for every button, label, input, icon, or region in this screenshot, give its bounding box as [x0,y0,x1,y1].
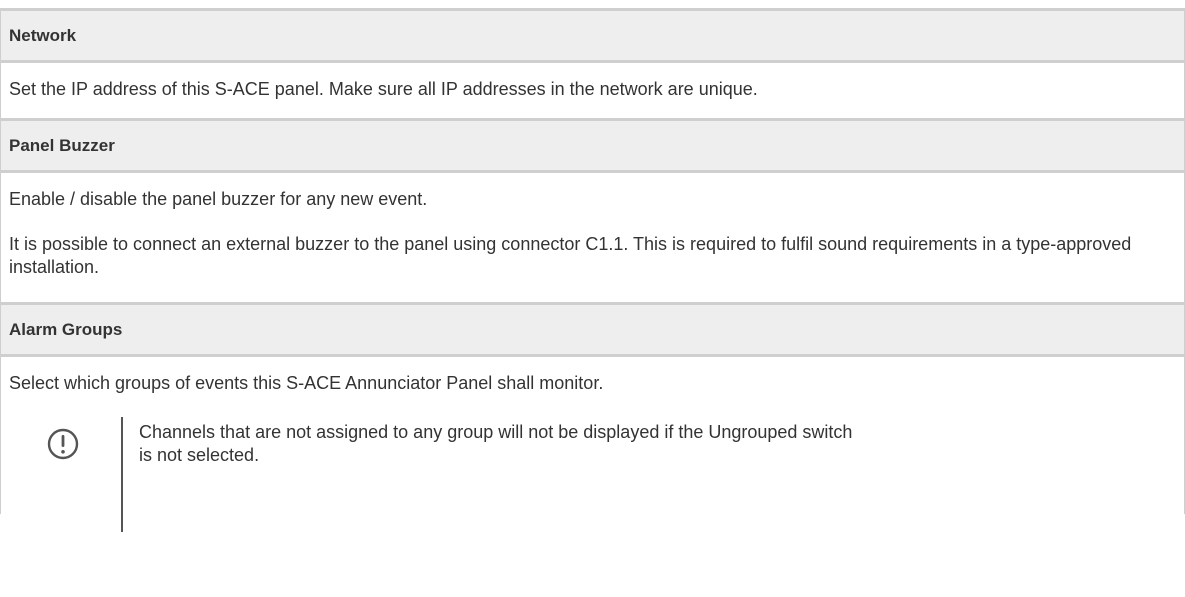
alarm-groups-description: Select which groups of events this S-ACE… [1,354,1184,532]
important-note: Channels that are not assigned to any gr… [9,417,1176,532]
important-note-text: Channels that are not assigned to any gr… [139,422,853,465]
alarm-groups-heading-text: Alarm Groups [9,319,123,339]
network-description: Set the IP address of this S-ACE panel. … [1,60,1184,118]
panel-buzzer-description-text-2: It is possible to connect an external bu… [9,234,1132,277]
alarm-groups-description-text: Select which groups of events this S-ACE… [9,373,604,393]
network-description-text: Set the IP address of this S-ACE panel. … [9,79,758,99]
panel-buzzer-heading-text: Panel Buzzer [9,135,115,155]
alarm-groups-heading: Alarm Groups [1,302,1184,354]
network-heading: Network [1,8,1184,60]
panel-buzzer-description-text-1: Enable / disable the panel buzzer for an… [9,189,428,209]
panel-buzzer-description: Enable / disable the panel buzzer for an… [1,170,1184,302]
note-divider [121,417,123,532]
important-icon [47,428,79,460]
network-heading-text: Network [9,25,77,45]
panel-buzzer-heading: Panel Buzzer [1,118,1184,170]
settings-description-table: Network Set the IP address of this S-ACE… [0,8,1185,532]
